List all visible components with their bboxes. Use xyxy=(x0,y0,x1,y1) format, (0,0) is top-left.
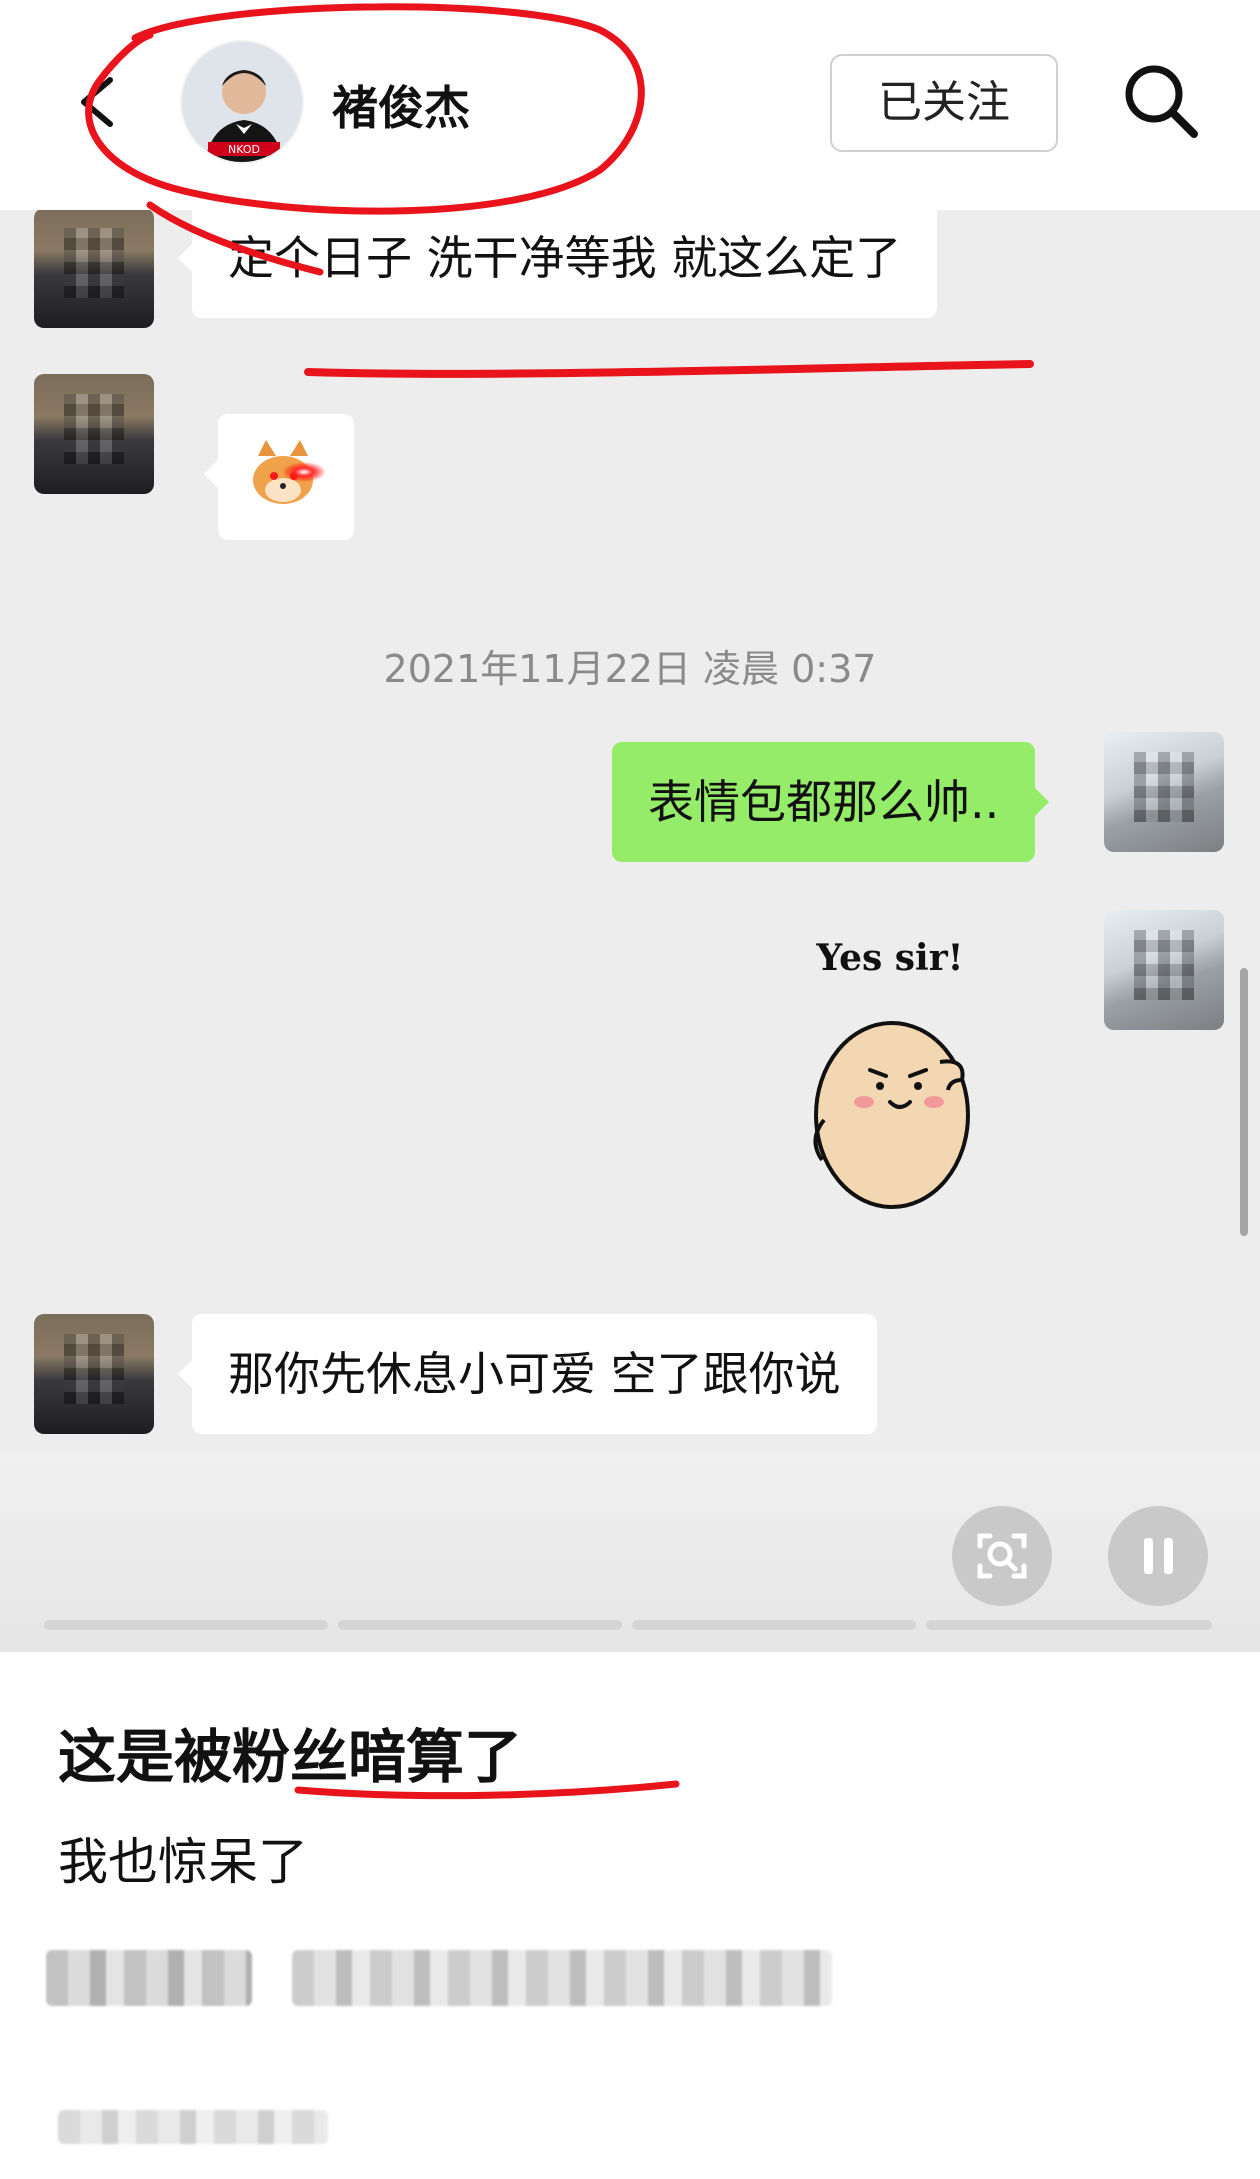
blurred-username xyxy=(46,1950,252,2006)
message-text: 表情包都那么帅.. xyxy=(648,775,1000,829)
sticker-caption: Yes sir! xyxy=(816,937,964,979)
sent-avatar[interactable] xyxy=(1104,732,1224,852)
received-avatar[interactable] xyxy=(34,210,154,328)
received-avatar[interactable] xyxy=(34,374,154,494)
received-message[interactable]: 定个日子 洗干净等我 就这么定了 xyxy=(177,210,938,318)
scan-button[interactable] xyxy=(952,1506,1052,1606)
progress-segment[interactable] xyxy=(44,1620,328,1630)
progress-segment[interactable] xyxy=(632,1620,916,1630)
contact-avatar[interactable]: NKOD xyxy=(180,40,304,164)
sent-message[interactable]: 表情包都那么帅.. xyxy=(612,742,1050,862)
message-timestamp: 2021年11月22日 凌晨 0:37 xyxy=(383,647,877,691)
chevron-left-icon[interactable] xyxy=(68,72,128,132)
contact-name[interactable]: 褚俊杰 xyxy=(332,72,470,138)
blurred-footer xyxy=(58,2110,328,2144)
message-text: 定个日子 洗干净等我 就这么定了 xyxy=(228,231,902,285)
pause-button[interactable] xyxy=(1108,1506,1208,1606)
sent-avatar[interactable] xyxy=(1104,910,1224,1030)
chat-header: NKOD 褚俊杰 已关注 xyxy=(0,0,1260,210)
progress-segment[interactable] xyxy=(338,1620,622,1630)
shiba-laser-eyes-sticker xyxy=(253,440,326,504)
message-text: 那你先休息小可爱 空了跟你说 xyxy=(228,1347,841,1401)
follow-button[interactable]: 已关注 xyxy=(830,54,1058,152)
yes-sir-sticker[interactable]: Yes sir! xyxy=(790,930,990,1220)
received-sticker-message[interactable] xyxy=(204,414,354,540)
received-message[interactable]: 那你先休息小可爱 空了跟你说 xyxy=(178,1314,877,1434)
pause-icon xyxy=(1144,1538,1173,1574)
chat-scrollbar[interactable] xyxy=(1240,968,1248,1236)
svg-text:NKOD: NKOD xyxy=(228,143,260,156)
progress-segment[interactable] xyxy=(926,1620,1212,1630)
post-title: 这是被粉丝暗算了 xyxy=(58,1723,523,1791)
received-avatar[interactable] xyxy=(34,1314,154,1434)
chat-area[interactable]: 定个日子 洗干净等我 就这么定了 2021年11月22日 凌晨 0:37 表情包… xyxy=(0,210,1260,1452)
blurred-text xyxy=(292,1950,832,2006)
scan-icon xyxy=(977,1533,1027,1579)
post-subtitle: 我也惊呆了 xyxy=(58,1833,308,1891)
search-icon[interactable] xyxy=(1118,58,1202,142)
media-controls xyxy=(0,1452,1260,1652)
